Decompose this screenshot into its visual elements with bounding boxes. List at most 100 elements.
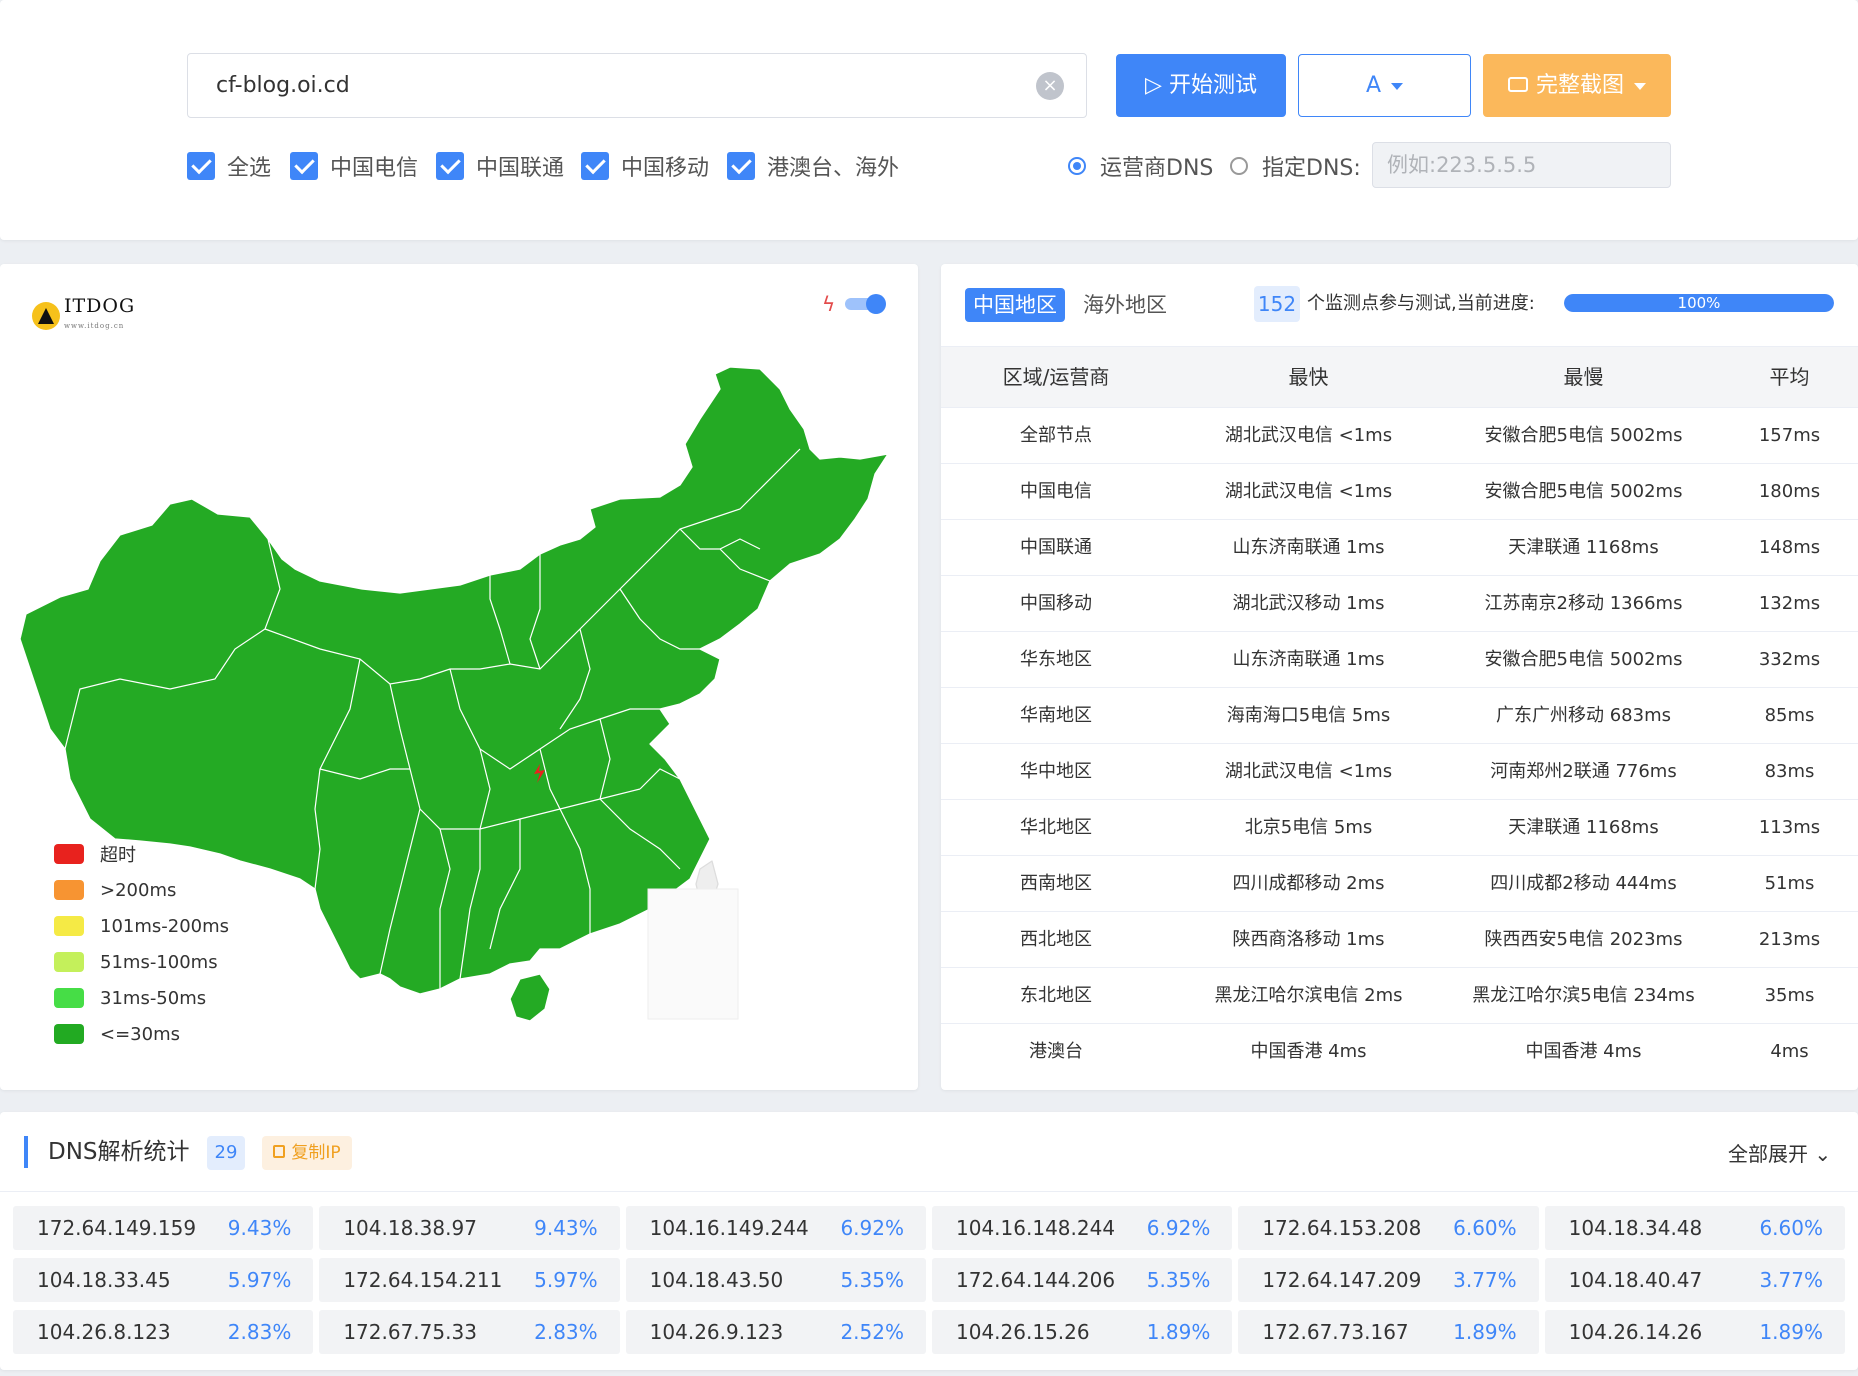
ip-percentage: 1.89% xyxy=(1453,1320,1517,1344)
record-type-select[interactable]: A xyxy=(1298,54,1471,117)
ip-address: 172.67.73.167 xyxy=(1262,1320,1409,1344)
cell-average: 157ms xyxy=(1758,425,1821,446)
radio-custom-dns[interactable]: 指定DNS: xyxy=(1230,150,1361,182)
ip-percentage: 5.97% xyxy=(227,1268,292,1292)
logo-text: ITDOG xyxy=(64,295,136,317)
ip-percentage: 1.89% xyxy=(1146,1320,1211,1344)
table-row: 华中地区 湖北武汉电信 <1ms 河南郑州2联通 776ms 83ms xyxy=(941,744,1858,800)
cell-fastest: 陕西商洛移动 1ms xyxy=(1232,929,1385,950)
legend-swatch xyxy=(54,916,84,936)
cell-average: 51ms xyxy=(1764,873,1815,894)
itdog-logo: ITDOG www.itdog.cn xyxy=(32,296,135,336)
cell-slowest: 江苏南京2移动 1366ms xyxy=(1484,593,1683,614)
cell-fastest: 山东济南联通 1ms xyxy=(1232,649,1385,670)
ip-item: 104.18.40.47 3.77% xyxy=(1544,1258,1845,1302)
copy-icon xyxy=(273,1144,286,1158)
checkbox-unicom[interactable]: 中国联通 xyxy=(436,150,564,182)
screenshot-button[interactable]: 完整截图 xyxy=(1483,54,1671,117)
select-all-label: 全选 xyxy=(227,156,272,181)
ip-address: 104.26.15.26 xyxy=(956,1320,1090,1344)
cell-fastest: 海南海口5电信 5ms xyxy=(1226,705,1391,726)
header-slowest: 最慢 xyxy=(1563,365,1604,389)
ip-item: 104.16.148.244 6.92% xyxy=(932,1206,1233,1250)
start-test-label: 开始测试 xyxy=(1168,73,1257,98)
copy-ip-button[interactable]: 复制IP xyxy=(262,1136,352,1170)
cell-fastest: 湖北武汉电信 <1ms xyxy=(1224,481,1393,502)
realtime-toggle[interactable] xyxy=(845,294,886,314)
ip-address: 104.16.148.244 xyxy=(956,1216,1116,1240)
cell-fastest: 四川成都移动 2ms xyxy=(1232,873,1385,894)
legend-label: >200ms xyxy=(100,879,177,901)
map-panel: ITDOG www.itdog.cn ϟ 超时 >200ms 101ms-200… xyxy=(0,264,918,1090)
section-accent-bar xyxy=(24,1136,28,1168)
cell-average: 4ms xyxy=(1770,1041,1809,1062)
legend-label: 超时 xyxy=(100,845,136,866)
custom-dns-input[interactable]: 例如:223.5.5.5 xyxy=(1372,142,1671,188)
isp-dns-label: 运营商DNS xyxy=(1100,156,1214,181)
cell-slowest: 安徽合肥5电信 5002ms xyxy=(1484,481,1683,502)
ip-item: 104.16.149.244 6.92% xyxy=(625,1206,926,1250)
ip-address: 104.18.43.50 xyxy=(649,1268,784,1292)
ip-percentage: 9.43% xyxy=(227,1216,292,1240)
domain-input[interactable]: cf-blog.oi.cd xyxy=(187,53,1087,118)
results-panel: 中国地区 海外地区 152 个监测点参与测试,当前进度: 100% 区域/运营商… xyxy=(941,264,1858,1090)
ip-percentage: 6.60% xyxy=(1759,1216,1823,1240)
cell-region: 西南地区 xyxy=(1020,873,1092,894)
ip-item: 172.64.153.208 6.60% xyxy=(1238,1206,1539,1250)
ip-item: 104.18.33.45 5.97% xyxy=(13,1258,314,1302)
tab-china[interactable]: 中国地区 xyxy=(965,288,1065,322)
ip-item: 172.64.149.159 9.43% xyxy=(13,1206,314,1250)
cell-slowest: 安徽合肥5电信 5002ms xyxy=(1484,649,1683,670)
legend-label: <=30ms xyxy=(100,1023,180,1045)
cell-fastest: 北京5电信 5ms xyxy=(1244,817,1373,838)
clear-icon[interactable]: × xyxy=(1036,72,1064,100)
cell-average: 132ms xyxy=(1758,593,1821,614)
custom-dns-label: 指定DNS: xyxy=(1262,156,1361,181)
legend-item: 51ms-100ms xyxy=(54,944,229,980)
lightning-icon: ϟ xyxy=(822,292,836,316)
radio-isp-dns[interactable]: 运营商DNS xyxy=(1068,150,1213,182)
ip-address: 104.26.14.26 xyxy=(1568,1320,1703,1344)
ip-percentage: 3.77% xyxy=(1759,1268,1823,1292)
legend-swatch xyxy=(54,880,84,900)
tab-overseas[interactable]: 海外地区 xyxy=(1075,288,1175,322)
ip-address: 172.64.153.208 xyxy=(1262,1216,1422,1240)
legend-item: 31ms-50ms xyxy=(54,980,229,1016)
legend-label: 101ms-200ms xyxy=(100,915,230,937)
node-count-badge: 152 xyxy=(1254,286,1300,322)
legend-swatch xyxy=(54,1024,84,1044)
map-region-hainan xyxy=(509,973,551,1022)
checkbox-telecom[interactable]: 中国电信 xyxy=(290,150,418,182)
ip-percentage: 6.60% xyxy=(1453,1216,1517,1240)
check-icon xyxy=(187,152,215,180)
ip-item: 104.26.9.123 2.52% xyxy=(625,1310,926,1354)
unicom-label: 中国联通 xyxy=(476,156,565,181)
cell-region: 全部节点 xyxy=(1020,425,1092,446)
ip-address: 172.64.144.206 xyxy=(956,1268,1116,1292)
ip-item: 172.67.73.167 1.89% xyxy=(1238,1310,1539,1354)
table-row: 港澳台 中国香港 4ms 中国香港 4ms 4ms xyxy=(941,1024,1858,1080)
checkbox-select-all[interactable]: 全选 xyxy=(187,150,271,182)
cell-region: 中国移动 xyxy=(1020,593,1092,614)
start-test-button[interactable]: ▷ 开始测试 xyxy=(1116,54,1286,117)
cell-slowest: 天津联通 1168ms xyxy=(1508,537,1659,558)
ip-item: 172.64.147.209 3.77% xyxy=(1238,1258,1539,1302)
legend-item: 101ms-200ms xyxy=(54,908,229,944)
dns-stats-title: DNS解析统计 xyxy=(48,1139,190,1165)
cell-region: 中国联通 xyxy=(1020,537,1092,558)
ip-percentage: 2.83% xyxy=(534,1320,598,1344)
record-type-value: A xyxy=(1365,73,1382,98)
ip-item: 104.26.8.123 2.83% xyxy=(13,1310,314,1354)
ip-percentage: 5.35% xyxy=(1146,1268,1211,1292)
ip-item: 172.67.75.33 2.83% xyxy=(319,1310,620,1354)
ip-address: 172.67.75.33 xyxy=(343,1320,477,1344)
ip-address: 104.18.40.47 xyxy=(1568,1268,1703,1292)
ip-percentage: 3.77% xyxy=(1453,1268,1517,1292)
checkbox-overseas[interactable]: 港澳台、海外 xyxy=(727,150,899,182)
expand-all-button[interactable]: 全部展开 ⌄ xyxy=(1728,1134,1831,1174)
double-chevron-down-icon: ⌄ xyxy=(1808,1142,1832,1166)
cell-fastest: 湖北武汉电信 <1ms xyxy=(1224,761,1393,782)
dog-logo-icon xyxy=(32,302,60,330)
checkbox-mobile[interactable]: 中国移动 xyxy=(581,150,709,182)
ip-percentage: 5.97% xyxy=(534,1268,598,1292)
